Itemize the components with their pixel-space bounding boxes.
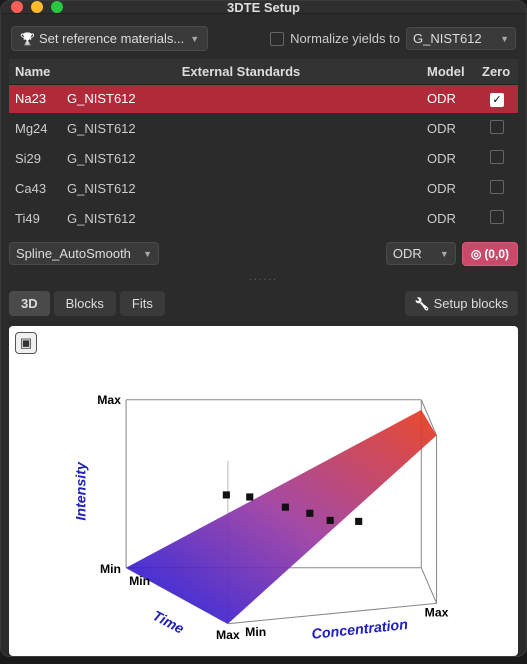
col-header-model[interactable]: Model xyxy=(421,59,476,85)
z-max-tick: Max xyxy=(97,392,121,406)
cell-name: Si29 xyxy=(9,143,61,173)
y-min-tick: Min xyxy=(245,624,266,638)
cell-zero xyxy=(476,143,518,173)
zero-checkbox[interactable]: ✓ xyxy=(490,93,504,107)
plot-3d-svg: Max Min Min Max Min Max Intensity Time C… xyxy=(9,326,518,657)
standards-table: Name External Standards Model Zero Na23G… xyxy=(9,59,518,234)
maximize-button[interactable] xyxy=(51,1,63,13)
splitter-handle[interactable]: ∙∙∙∙∙∙ xyxy=(9,274,518,285)
window-title: 3DTE Setup xyxy=(1,0,526,15)
cell-model: ODR xyxy=(421,85,476,114)
cell-std: G_NIST612 xyxy=(61,143,421,173)
setup-blocks-button[interactable]: Setup blocks xyxy=(405,291,518,316)
x-axis-label: Time xyxy=(150,608,187,638)
cell-std: G_NIST612 xyxy=(61,113,421,143)
y-axis-label: Concentration xyxy=(311,616,409,642)
cell-model: ODR xyxy=(421,113,476,143)
col-header-zero[interactable]: Zero xyxy=(476,59,518,85)
zero-checkbox[interactable] xyxy=(490,150,504,164)
cell-std: G_NIST612 xyxy=(61,85,421,114)
zero-checkbox[interactable] xyxy=(490,180,504,194)
chevron-down-icon: ▼ xyxy=(440,249,449,259)
top-toolbar: Set reference materials... ▼ Normalize y… xyxy=(9,22,518,55)
model-select-value: ODR xyxy=(393,246,422,261)
table-row[interactable]: Mg24G_NIST612ODR xyxy=(9,113,518,143)
plot-view-toggle[interactable] xyxy=(15,332,37,354)
chevron-down-icon: ▼ xyxy=(190,34,199,44)
chevron-down-icon: ▼ xyxy=(500,34,509,44)
tab-bar: 3DBlocksFits Setup blocks xyxy=(9,289,518,322)
tab-fits[interactable]: Fits xyxy=(120,291,165,316)
spline-select-value: Spline_AutoSmooth xyxy=(16,246,131,261)
fit-toolbar: Spline_AutoSmooth ▼ ODR ▼ (0,0) xyxy=(9,238,518,270)
zero-checkbox[interactable] xyxy=(490,120,504,134)
setup-blocks-label: Setup blocks xyxy=(434,296,508,311)
cell-name: Ti49 xyxy=(9,203,61,233)
z-axis-label: Intensity xyxy=(73,461,89,521)
cell-zero xyxy=(476,173,518,203)
x-min-tick: Min xyxy=(129,574,150,588)
z-min-tick: Min xyxy=(100,561,121,575)
trophy-icon xyxy=(20,31,35,46)
target-icon xyxy=(471,247,481,261)
cell-model: ODR xyxy=(421,143,476,173)
col-header-ext-std[interactable]: External Standards xyxy=(61,59,421,85)
table-header-row: Name External Standards Model Zero xyxy=(9,59,518,85)
col-header-name[interactable]: Name xyxy=(9,59,61,85)
cell-model: ODR xyxy=(421,173,476,203)
window-controls xyxy=(11,1,63,13)
cell-std: G_NIST612 xyxy=(61,203,421,233)
app-window: 3DTE Setup Set reference materials... ▼ … xyxy=(0,0,527,657)
table-row[interactable]: Ti49G_NIST612ODR xyxy=(9,203,518,233)
cell-name: Mg24 xyxy=(9,113,61,143)
tab-blocks[interactable]: Blocks xyxy=(54,291,116,316)
plot-3d-area[interactable]: Max Min Min Max Min Max Intensity Time C… xyxy=(9,326,518,657)
set-ref-label: Set reference materials... xyxy=(39,31,184,46)
cell-model: ODR xyxy=(421,203,476,233)
cube-icon xyxy=(20,335,32,351)
table-row[interactable]: Na23G_NIST612ODR ✓ xyxy=(9,85,518,114)
close-button[interactable] xyxy=(11,1,23,13)
zero-origin-button[interactable]: (0,0) xyxy=(462,242,518,266)
content-area: Set reference materials... ▼ Normalize y… xyxy=(1,14,526,664)
set-reference-materials-button[interactable]: Set reference materials... ▼ xyxy=(11,26,208,51)
zero-checkbox[interactable] xyxy=(490,210,504,224)
minimize-button[interactable] xyxy=(31,1,43,13)
normalize-select-value: G_NIST612 xyxy=(413,31,482,46)
y-max-tick: Max xyxy=(425,605,449,619)
cell-zero xyxy=(476,113,518,143)
cell-name: Ca43 xyxy=(9,173,61,203)
normalize-checkbox[interactable] xyxy=(270,32,284,46)
normalize-select[interactable]: G_NIST612 ▼ xyxy=(406,27,516,50)
model-select[interactable]: ODR ▼ xyxy=(386,242,456,265)
normalize-label: Normalize yields to xyxy=(290,31,400,46)
cell-zero: ✓ xyxy=(476,85,518,114)
spline-select[interactable]: Spline_AutoSmooth ▼ xyxy=(9,242,159,265)
table-row[interactable]: Ca43G_NIST612ODR xyxy=(9,173,518,203)
x-max-tick: Max xyxy=(216,627,240,641)
chevron-down-icon: ▼ xyxy=(143,249,152,259)
surface-plane xyxy=(126,409,436,623)
cell-std: G_NIST612 xyxy=(61,173,421,203)
wrench-icon xyxy=(415,296,430,311)
zero-label: (0,0) xyxy=(484,247,509,261)
titlebar: 3DTE Setup xyxy=(1,1,526,14)
tab-3d[interactable]: 3D xyxy=(9,291,50,316)
table-row[interactable]: Si29G_NIST612ODR xyxy=(9,143,518,173)
cell-zero xyxy=(476,203,518,233)
cell-name: Na23 xyxy=(9,85,61,114)
